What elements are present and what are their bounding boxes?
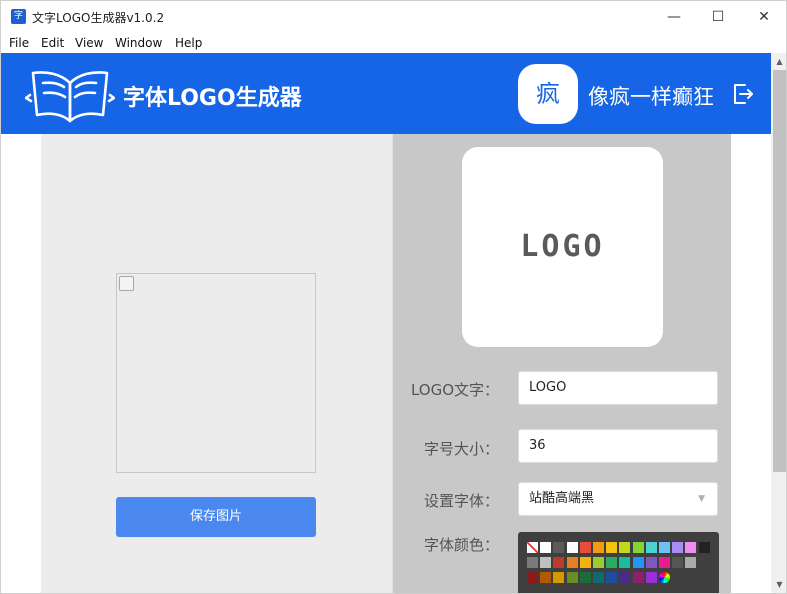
- avatar[interactable]: 疯: [518, 64, 578, 124]
- font-family-select[interactable]: 站酷高端黑 ▼: [518, 482, 718, 516]
- color-swatch[interactable]: [566, 542, 578, 553]
- save-image-button[interactable]: 保存图片: [116, 497, 316, 537]
- menu-bar: File Edit View Window Help: [1, 33, 786, 53]
- color-swatch[interactable]: [606, 542, 618, 553]
- logo-preview-text: LOGO: [520, 229, 605, 264]
- color-swatch[interactable]: [698, 542, 710, 553]
- logo-text-label: LOGO文字：: [410, 381, 499, 399]
- open-book-icon: [25, 71, 115, 123]
- color-swatch[interactable]: [540, 572, 552, 583]
- logout-icon[interactable]: [732, 83, 754, 105]
- color-swatch[interactable]: [619, 542, 631, 553]
- scroll-up-arrow[interactable]: ▲: [771, 53, 786, 70]
- color-swatch[interactable]: [659, 542, 670, 553]
- color-swatch[interactable]: [540, 557, 552, 568]
- vertical-scrollbar[interactable]: ▲ ▼: [771, 53, 786, 593]
- color-swatch[interactable]: [593, 542, 604, 553]
- font-size-input[interactable]: 36: [518, 429, 718, 463]
- color-swatch[interactable]: [672, 557, 684, 568]
- preview-panel: 保存图片: [41, 134, 392, 593]
- color-swatch[interactable]: [593, 572, 604, 583]
- color-swatch[interactable]: [619, 572, 631, 583]
- menu-help[interactable]: Help: [175, 36, 202, 50]
- menu-view[interactable]: View: [75, 36, 103, 50]
- font-color-label: 字体颜色：: [423, 536, 499, 554]
- color-swatch[interactable]: [566, 572, 578, 583]
- color-swatch[interactable]: [553, 572, 565, 583]
- color-swatch[interactable]: [579, 572, 591, 583]
- scroll-down-arrow[interactable]: ▼: [771, 576, 786, 593]
- no-color-swatch[interactable]: [527, 542, 538, 553]
- settings-panel: LOGO LOGO文字： LOGO 字号大小： 36 设置字体： 站酷高端黑 ▼…: [392, 134, 731, 593]
- color-swatch[interactable]: [606, 572, 618, 583]
- color-swatch[interactable]: [645, 572, 657, 583]
- color-swatch[interactable]: [685, 557, 697, 568]
- color-swatch[interactable]: [632, 572, 644, 583]
- logo-preview-card: LOGO: [462, 147, 663, 347]
- color-swatch[interactable]: [659, 557, 670, 568]
- font-family-label: 设置字体：: [423, 492, 499, 510]
- color-swatch[interactable]: [553, 557, 565, 568]
- color-swatch[interactable]: [632, 557, 644, 568]
- color-swatch[interactable]: [566, 557, 578, 568]
- app-icon: 字: [11, 9, 26, 24]
- color-swatch[interactable]: [527, 557, 538, 568]
- close-button[interactable]: ✕: [741, 1, 786, 33]
- menu-file[interactable]: File: [9, 36, 29, 50]
- color-swatch[interactable]: [579, 557, 591, 568]
- user-name: 像疯一样癫狂: [588, 85, 714, 109]
- color-swatch[interactable]: [645, 542, 657, 553]
- app-window: 字 文字LOGO生成器v1.0.2 — ☐ ✕ File Edit View W…: [0, 0, 787, 594]
- color-swatch[interactable]: [606, 557, 618, 568]
- chevron-down-icon: ▼: [698, 494, 705, 504]
- minimize-button[interactable]: —: [651, 1, 697, 33]
- scroll-thumb[interactable]: [773, 70, 786, 472]
- color-swatch[interactable]: [593, 557, 604, 568]
- app-name: 字体LOGO生成器: [123, 86, 302, 111]
- menu-window[interactable]: Window: [115, 36, 162, 50]
- color-swatch[interactable]: [685, 542, 697, 553]
- color-swatch[interactable]: [527, 572, 538, 583]
- color-swatch[interactable]: [553, 542, 565, 553]
- maximize-button[interactable]: ☐: [695, 1, 741, 33]
- font-size-label: 字号大小：: [423, 440, 499, 458]
- color-swatch[interactable]: [619, 557, 631, 568]
- generated-image-preview: [116, 273, 316, 473]
- color-swatch[interactable]: [632, 542, 644, 553]
- color-palette: [518, 532, 719, 593]
- color-picker-icon[interactable]: [659, 572, 670, 583]
- color-swatch[interactable]: [645, 557, 657, 568]
- color-swatch[interactable]: [672, 542, 684, 553]
- broken-image-icon: [119, 276, 134, 291]
- app-header: 字体LOGO生成器 疯 像疯一样癫狂: [1, 53, 771, 134]
- logo-text-input[interactable]: LOGO: [518, 371, 718, 405]
- font-family-value: 站酷高端黑: [529, 491, 595, 506]
- color-swatch[interactable]: [540, 542, 552, 553]
- title-bar[interactable]: 字 文字LOGO生成器v1.0.2 — ☐ ✕: [1, 1, 786, 33]
- color-swatch[interactable]: [579, 542, 591, 553]
- menu-edit[interactable]: Edit: [41, 36, 64, 50]
- window-title: 文字LOGO生成器v1.0.2: [32, 11, 165, 25]
